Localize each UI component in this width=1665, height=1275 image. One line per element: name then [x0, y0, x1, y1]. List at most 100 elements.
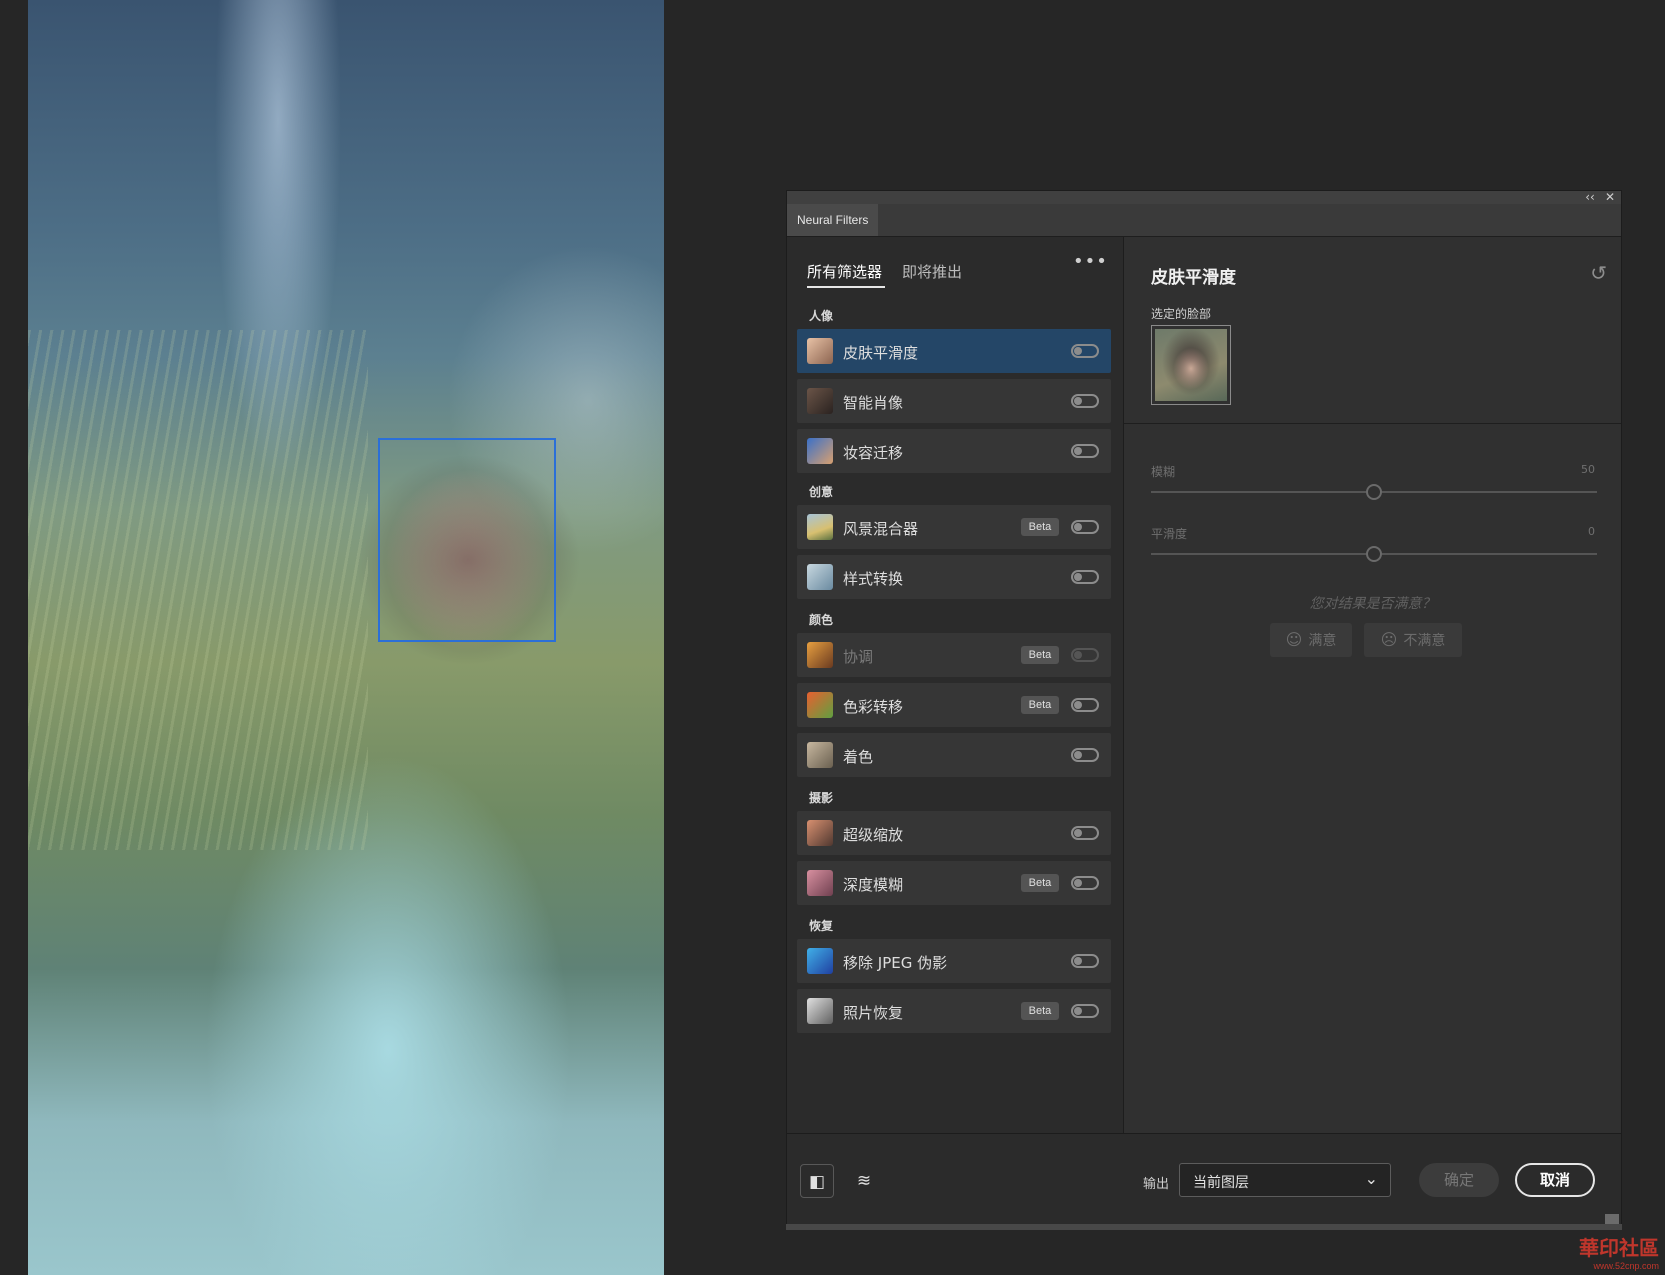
filter-item[interactable]: 移除 JPEG 伪影: [797, 939, 1111, 983]
filter-item[interactable]: 超级缩放: [797, 811, 1111, 855]
jpeg-artifact-icon: [807, 948, 833, 974]
beta-badge: Beta: [1021, 646, 1059, 664]
cancel-button[interactable]: 取消: [1515, 1163, 1595, 1197]
layers-preview-icon[interactable]: ≋: [847, 1164, 881, 1198]
filter-item-name: 协调: [843, 648, 874, 666]
filter-item-name: 深度模糊: [843, 876, 904, 894]
filter-toggle[interactable]: [1071, 648, 1099, 662]
feedback-question: 您对结果是否满意？: [1309, 596, 1436, 612]
face-thumbnail-image: [1155, 329, 1227, 401]
filter-item[interactable]: 智能肖像: [797, 379, 1111, 423]
output-select-value: 当前图层: [1193, 1175, 1249, 1191]
reset-icon[interactable]: ↺: [1590, 261, 1607, 285]
watermark-url: www.52cnp.com: [1593, 1261, 1659, 1271]
filter-toggle[interactable]: [1071, 394, 1099, 408]
satisfied-label: 满意: [1308, 633, 1337, 649]
tab-all-filters[interactable]: 所有筛选器: [807, 261, 882, 282]
filter-toggle[interactable]: [1071, 444, 1099, 458]
dialog-bottom-scrollbar[interactable]: [786, 1224, 1622, 1230]
filter-toggle[interactable]: [1071, 344, 1099, 358]
tab-neural-filters[interactable]: Neural Filters: [787, 204, 879, 236]
dialog-bottom-bar: ◧ ≋ 输出 当前图层 ⌄ 确定 取消: [787, 1133, 1621, 1230]
category-label: 创意: [809, 485, 834, 499]
smoothness-slider-knob[interactable]: [1366, 546, 1382, 562]
filter-item[interactable]: 照片恢复 Beta: [797, 989, 1111, 1033]
beta-badge: Beta: [1021, 1002, 1059, 1020]
depth-blur-icon: [807, 870, 833, 896]
filter-list-panel: 所有筛选器 即将推出 ••• 人像 皮肤平滑度 智能肖像 妆容迁移 创意 风景混合器 Bet…: [787, 237, 1124, 1133]
dialog-tabbar: Neural Filters: [787, 204, 1621, 237]
smoothness-slider-label: 平滑度: [1151, 527, 1188, 541]
detected-face-box: [378, 438, 556, 642]
filter-item-name: 皮肤平滑度: [843, 344, 919, 362]
portrait-icon: [807, 388, 833, 414]
tab-coming-soon[interactable]: 即将推出: [902, 261, 962, 282]
filter-item-name: 智能肖像: [843, 394, 904, 412]
watermark-text: 華印社區: [1579, 1236, 1659, 1260]
neural-filters-dialog: ‹‹ ✕ Neural Filters 所有筛选器 即将推出 ••• 人像皮肤平…: [786, 190, 1622, 1230]
photo-restore-icon: [807, 998, 833, 1024]
category-label: 人像: [809, 309, 834, 323]
blur-slider-knob[interactable]: [1366, 484, 1382, 500]
watermark-logo: 華印社區 www.52cnp.com: [1579, 1232, 1659, 1271]
active-tab-indicator: [807, 286, 885, 288]
selected-face-thumbnail[interactable]: [1151, 325, 1231, 405]
filter-toggle[interactable]: [1071, 826, 1099, 840]
selected-face-label: 选定的脸部: [1151, 307, 1212, 321]
smoothness-slider-value: 0: [1588, 525, 1595, 538]
ok-button[interactable]: 确定: [1419, 1163, 1499, 1197]
beta-badge: Beta: [1021, 696, 1059, 714]
filter-settings-panel: 皮肤平滑度 ↺ 选定的脸部 模糊 50 平滑度 0 您对结果是否满意？ ☺ 满意 …: [1124, 237, 1621, 1133]
harmonize-icon: [807, 642, 833, 668]
super-zoom-icon: [807, 820, 833, 846]
filter-item-name: 移除 JPEG 伪影: [843, 954, 948, 972]
filter-item[interactable]: 风景混合器 Beta: [797, 505, 1111, 549]
filter-item[interactable]: 皮肤平滑度: [797, 329, 1111, 373]
category-label: 颜色: [809, 613, 834, 627]
blur-slider-value: 50: [1581, 463, 1595, 476]
style-transfer-icon: [807, 564, 833, 590]
filter-item[interactable]: 色彩转移 Beta: [797, 683, 1111, 727]
filter-toggle[interactable]: [1071, 954, 1099, 968]
color-transfer-icon: [807, 692, 833, 718]
filter-title: 皮肤平滑度: [1151, 268, 1236, 288]
frown-icon: ☹: [1380, 630, 1398, 649]
output-label: 输出: [1143, 1177, 1170, 1192]
close-icon[interactable]: ✕: [1603, 189, 1617, 205]
category-label: 摄影: [809, 791, 834, 805]
filter-item[interactable]: 妆容迁移: [797, 429, 1111, 473]
filter-toggle[interactable]: [1071, 520, 1099, 534]
settings-divider: [1124, 423, 1621, 424]
image-canvas[interactable]: [28, 0, 664, 1275]
filter-item[interactable]: 深度模糊 Beta: [797, 861, 1111, 905]
makeup-icon: [807, 438, 833, 464]
unsatisfied-button[interactable]: ☹ 不满意: [1364, 623, 1462, 657]
filter-toggle[interactable]: [1071, 1004, 1099, 1018]
photo-grass-texture: [28, 330, 368, 850]
colorize-icon: [807, 742, 833, 768]
filter-toggle[interactable]: [1071, 748, 1099, 762]
filter-item-name: 风景混合器: [843, 520, 919, 538]
beta-badge: Beta: [1021, 874, 1059, 892]
filter-item-name: 超级缩放: [843, 826, 904, 844]
chevron-down-icon: ⌄: [1364, 1169, 1378, 1188]
filter-item-name: 着色: [843, 748, 874, 766]
filter-toggle[interactable]: [1071, 876, 1099, 890]
smile-icon: ☺: [1285, 630, 1303, 649]
landscape-icon: [807, 514, 833, 540]
dialog-titlebar: ‹‹ ✕: [787, 189, 1621, 205]
filter-item-name: 色彩转移: [843, 698, 904, 716]
category-label: 恢复: [809, 919, 834, 933]
filter-item[interactable]: 样式转换: [797, 555, 1111, 599]
filter-toggle[interactable]: [1071, 570, 1099, 584]
filter-item[interactable]: 着色: [797, 733, 1111, 777]
before-after-preview-icon[interactable]: ◧: [800, 1164, 834, 1198]
filter-item-name: 照片恢复: [843, 1004, 904, 1022]
filter-toggle[interactable]: [1071, 698, 1099, 712]
collapse-icon[interactable]: ‹‹: [1583, 189, 1597, 205]
more-options-icon[interactable]: •••: [1073, 251, 1108, 272]
satisfied-button[interactable]: ☺ 满意: [1270, 623, 1352, 657]
filter-item-name: 样式转换: [843, 570, 904, 588]
output-select[interactable]: 当前图层 ⌄: [1179, 1163, 1391, 1197]
filter-item[interactable]: 协调 Beta: [797, 633, 1111, 677]
